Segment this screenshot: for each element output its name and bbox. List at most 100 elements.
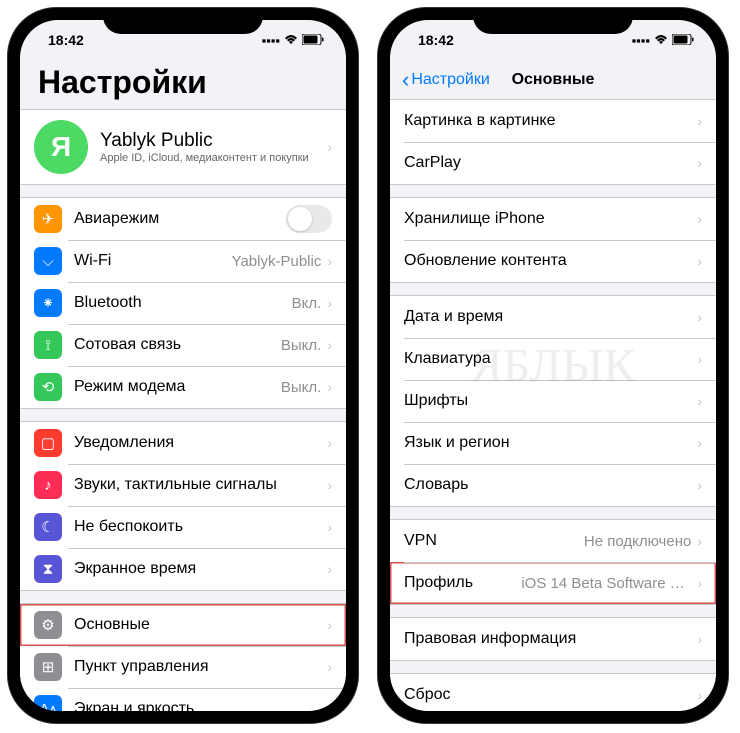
- row-reset[interactable]: Сброс›: [390, 674, 716, 711]
- screen-right: 18:42 ▪▪▪▪ ‹ Настройки Основные Картинка…: [390, 20, 716, 711]
- chevron-right-icon: ›: [697, 533, 702, 549]
- row-notifications[interactable]: ▢Уведомления›: [20, 422, 346, 464]
- chevron-right-icon: ›: [697, 351, 702, 367]
- row-profile[interactable]: ПрофильiOS 14 Beta Software Profile ›: [390, 562, 716, 604]
- row-screentime[interactable]: ⧗ Экранное время›: [20, 548, 346, 590]
- row-date-time[interactable]: Дата и время›: [390, 296, 716, 338]
- status-right: ▪▪▪▪: [632, 33, 694, 48]
- row-label: Пункт управления: [74, 658, 327, 676]
- airplane-switch[interactable]: [286, 205, 332, 233]
- bluetooth-icon: ⁕: [34, 289, 62, 317]
- profile-row[interactable]: Я Yablyk Public Apple ID, iCloud, медиак…: [20, 110, 346, 184]
- group-reset: Сброс›Выключить: [390, 673, 716, 711]
- row-value: iOS 14 Beta Software Profile: [521, 575, 691, 592]
- row-label: Экранное время: [74, 560, 327, 578]
- row-storage[interactable]: Хранилище iPhone›: [390, 198, 716, 240]
- chevron-right-icon: ›: [327, 295, 332, 311]
- profile-sub: Apple ID, iCloud, медиаконтент и покупки: [100, 152, 327, 164]
- general-content[interactable]: Картинка в картинке›CarPlay› Хранилище i…: [390, 100, 716, 711]
- chevron-right-icon: ›: [697, 393, 702, 409]
- row-background-refresh[interactable]: Обновление контента›: [390, 240, 716, 282]
- row-label: CarPlay: [404, 154, 697, 172]
- row-language[interactable]: Язык и регион›: [390, 422, 716, 464]
- chevron-right-icon: ›: [327, 139, 332, 155]
- battery-icon: [672, 33, 694, 48]
- row-label: Сотовая связь: [74, 336, 281, 354]
- chevron-right-icon: ›: [697, 477, 702, 493]
- chevron-right-icon: ›: [697, 155, 702, 171]
- row-legal[interactable]: Правовая информация›: [390, 618, 716, 660]
- row-value: Yablyk-Public: [232, 253, 322, 270]
- chevron-right-icon: ›: [327, 701, 332, 711]
- row-cellular[interactable]: ⟟ Сотовая связьВыкл. ›: [20, 324, 346, 366]
- screentime-icon: ⧗: [34, 555, 62, 583]
- row-wifi[interactable]: ⌵Wi-FiYablyk-Public›: [20, 240, 346, 282]
- chevron-right-icon: ›: [697, 211, 702, 227]
- hotspot-icon: ⟲: [34, 373, 62, 401]
- nav-bar: ‹ Настройки Основные: [390, 60, 716, 100]
- row-label: Правовая информация: [404, 630, 697, 648]
- row-control-center[interactable]: ⊞Пункт управления›: [20, 646, 346, 688]
- row-label: Хранилище iPhone: [404, 210, 697, 228]
- nav-title: Основные: [512, 71, 595, 89]
- row-pip[interactable]: Картинка в картинке›: [390, 100, 716, 142]
- row-value: Выкл.: [281, 379, 321, 396]
- row-fonts[interactable]: Шрифты›: [390, 380, 716, 422]
- group-vpn: VPNНе подключено›ПрофильiOS 14 Beta Soft…: [390, 519, 716, 605]
- control-center-icon: ⊞: [34, 653, 62, 681]
- row-airplane[interactable]: ✈Авиарежим: [20, 198, 346, 240]
- wifi-icon: [284, 33, 298, 48]
- display-icon: Aᴀ: [34, 695, 62, 711]
- back-label: Настройки: [411, 71, 489, 89]
- row-carplay[interactable]: CarPlay›: [390, 142, 716, 184]
- status-time: 18:42: [418, 32, 454, 48]
- chevron-right-icon: ›: [327, 617, 332, 633]
- group-alerts: ▢Уведомления› ♪ Звуки, тактильные сигналы ›…: [20, 421, 346, 591]
- notch: [473, 8, 633, 34]
- row-general[interactable]: ⚙Основные›: [20, 604, 346, 646]
- back-button[interactable]: ‹ Настройки: [402, 67, 490, 93]
- profile-name: Yablyk Public: [100, 130, 327, 152]
- page-title: Настройки: [20, 60, 346, 109]
- wifi-icon: [654, 33, 668, 48]
- chevron-right-icon: ›: [697, 631, 702, 647]
- cellular-icon: ⟟: [34, 331, 62, 359]
- signal-icon: ▪▪▪▪: [632, 33, 650, 48]
- row-label: Звуки, тактильные сигналы: [74, 476, 327, 494]
- row-hotspot[interactable]: ⟲Режим модемаВыкл.›: [20, 366, 346, 408]
- group-connectivity: ✈Авиарежим⌵Wi-FiYablyk-Public› ⁕ Bluetooth…: [20, 197, 346, 409]
- group-legal: Правовая информация›: [390, 617, 716, 661]
- row-dictionary[interactable]: Словарь›: [390, 464, 716, 506]
- row-value: Выкл.: [281, 337, 321, 354]
- chevron-right-icon: ›: [327, 337, 332, 353]
- row-label: VPN: [404, 532, 584, 550]
- group-storage: Хранилище iPhone›Обновление контента›: [390, 197, 716, 283]
- avatar: Я: [34, 120, 88, 174]
- row-dnd[interactable]: ☾Не беспокоить›: [20, 506, 346, 548]
- row-value: Не подключено: [584, 533, 691, 550]
- chevron-right-icon: ›: [327, 435, 332, 451]
- battery-icon: [302, 33, 324, 48]
- row-keyboard[interactable]: Клавиатура›: [390, 338, 716, 380]
- row-label: Картинка в картинке: [404, 112, 697, 130]
- row-label: Bluetooth: [74, 294, 292, 312]
- notch: [103, 8, 263, 34]
- row-sounds[interactable]: ♪Звуки, тактильные сигналы›: [20, 464, 346, 506]
- settings-content[interactable]: Настройки Я Yablyk Public Apple ID, iClo…: [20, 60, 346, 711]
- row-label: Wi-Fi: [74, 252, 232, 270]
- airplane-icon: ✈: [34, 205, 62, 233]
- row-label: Профиль: [404, 574, 521, 592]
- row-label: Экран и яркость: [74, 700, 327, 711]
- general-icon: ⚙: [34, 611, 62, 639]
- sounds-icon: ♪: [34, 471, 62, 499]
- row-bluetooth[interactable]: ⁕BluetoothВкл.›: [20, 282, 346, 324]
- row-vpn[interactable]: VPNНе подключено ›: [390, 520, 716, 562]
- row-display[interactable]: Aᴀ Экран и яркость›: [20, 688, 346, 711]
- row-label: Уведомления: [74, 434, 327, 452]
- status-right: ▪▪▪▪: [262, 33, 324, 48]
- chevron-right-icon: ›: [327, 561, 332, 577]
- phone-left: 18:42 ▪▪▪▪ Настройки Я Yablyk Public App…: [8, 8, 358, 723]
- screen-left: 18:42 ▪▪▪▪ Настройки Я Yablyk Public App…: [20, 20, 346, 711]
- group-pip: Картинка в картинке›CarPlay›: [390, 100, 716, 185]
- chevron-right-icon: ›: [697, 575, 702, 591]
